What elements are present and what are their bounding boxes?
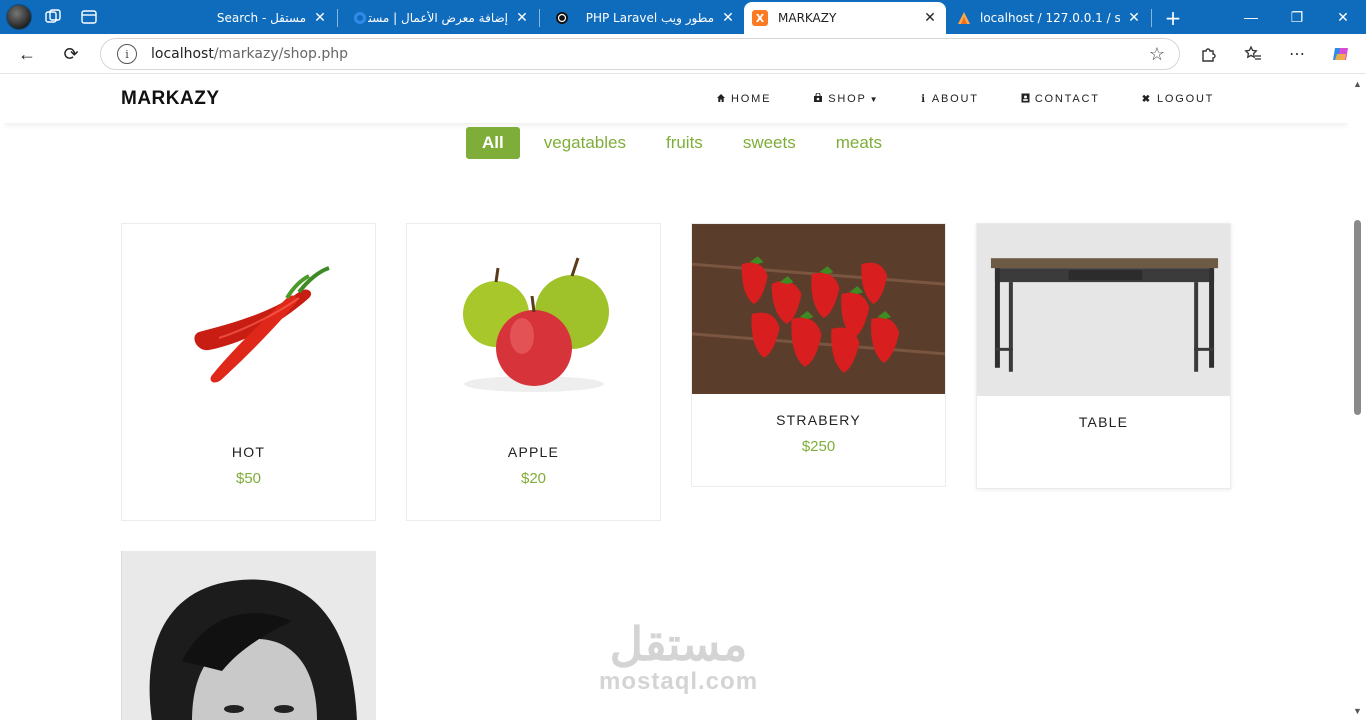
info-icon: i bbox=[921, 93, 927, 105]
site-navbar: MARKAZY HOME SHOP ▼ i ABOUT CONTACT ✖ LO… bbox=[4, 75, 1348, 123]
filter-sweets[interactable]: sweets bbox=[743, 129, 796, 157]
filter-meats[interactable]: meats bbox=[836, 129, 882, 157]
copilot-icon[interactable] bbox=[1326, 40, 1356, 68]
site-info-icon[interactable]: i bbox=[117, 44, 137, 64]
xampp-favicon-icon: X bbox=[752, 10, 768, 26]
close-icon[interactable]: ✕ bbox=[312, 10, 328, 26]
more-options-icon[interactable]: ⋯ bbox=[1282, 40, 1312, 68]
tab-phpmyadmin[interactable]: localhost / 127.0.0.1 / shop ✕ bbox=[948, 2, 1150, 34]
url-text[interactable]: localhost/markazy/shop.php bbox=[151, 46, 348, 62]
favorites-icon[interactable] bbox=[1238, 40, 1268, 68]
tab-actions-icon[interactable] bbox=[74, 4, 104, 30]
product-name: HOT bbox=[231, 444, 266, 460]
extensions-icon[interactable] bbox=[1194, 40, 1224, 68]
product-name: TABLE bbox=[1078, 414, 1129, 430]
nav-contact[interactable]: CONTACT bbox=[1021, 93, 1100, 106]
back-icon[interactable]: ← bbox=[12, 40, 42, 68]
scroll-up-icon[interactable]: ▲ bbox=[1353, 79, 1362, 89]
product-card[interactable]: STRABERY $250 bbox=[691, 223, 946, 487]
openai-favicon-icon bbox=[554, 10, 570, 26]
filter-fruits[interactable]: fruits bbox=[666, 129, 703, 157]
watermark-arabic: مستقل bbox=[609, 618, 748, 670]
tab-title: مستقل - Search bbox=[216, 11, 306, 25]
nav-label: SHOP bbox=[828, 93, 867, 105]
contact-icon bbox=[1021, 93, 1030, 106]
restore-icon[interactable]: ❐ bbox=[1274, 0, 1320, 34]
window-controls: — ❐ ✕ bbox=[1228, 0, 1366, 34]
tab-search[interactable]: مستقل - Search ✕ bbox=[132, 2, 336, 34]
product-card[interactable] bbox=[121, 551, 376, 720]
nav-about[interactable]: i ABOUT bbox=[921, 93, 979, 105]
watermark: مستقل mostaql.com bbox=[599, 620, 758, 696]
address-bar[interactable]: i localhost/markazy/shop.php ☆ bbox=[100, 38, 1180, 70]
browser-right-tools: ⋯ bbox=[1194, 40, 1356, 68]
shop-icon bbox=[813, 92, 823, 106]
url-host: localhost bbox=[151, 46, 214, 62]
browser-tab-bar: مستقل - Search ✕ إضافة معرض الأعمال | مس… bbox=[0, 0, 1366, 34]
close-icon: ✖ bbox=[1141, 93, 1152, 105]
nav-label: CONTACT bbox=[1034, 93, 1100, 105]
product-card[interactable]: APPLE $20 bbox=[406, 223, 661, 521]
product-image-table[interactable] bbox=[977, 224, 1230, 396]
nav-label: HOME bbox=[731, 93, 772, 105]
svg-text:X: X bbox=[756, 12, 765, 25]
product-image-strawberries[interactable] bbox=[692, 224, 945, 394]
minimize-icon[interactable]: — bbox=[1228, 0, 1274, 34]
scroll-thumb[interactable] bbox=[1354, 220, 1361, 415]
product-name: APPLE bbox=[507, 444, 560, 460]
product-name: STRABERY bbox=[776, 412, 861, 428]
product-image-chili[interactable] bbox=[122, 224, 375, 424]
close-icon[interactable]: ✕ bbox=[720, 10, 736, 26]
home-icon bbox=[716, 93, 726, 106]
url-path: /markazy/shop.php bbox=[213, 46, 349, 62]
mostaql-favicon-icon bbox=[352, 10, 368, 26]
close-window-icon[interactable]: ✕ bbox=[1320, 0, 1366, 34]
workspaces-icon[interactable] bbox=[38, 4, 68, 30]
product-card[interactable]: TABLE bbox=[976, 223, 1231, 489]
close-icon[interactable]: ✕ bbox=[922, 10, 938, 26]
reload-icon[interactable]: ⟳ bbox=[56, 40, 86, 68]
main-menu: HOME SHOP ▼ i ABOUT CONTACT ✖ LOGOUT bbox=[716, 75, 1256, 123]
nav-home[interactable]: HOME bbox=[716, 93, 771, 106]
nav-label: ABOUT bbox=[931, 93, 979, 105]
tab-job[interactable]: مطور ويب PHP Laravel ✕ bbox=[540, 2, 744, 34]
category-filters: All vegatables fruits sweets meats bbox=[466, 127, 922, 159]
close-icon[interactable]: ✕ bbox=[514, 10, 530, 26]
page-viewport: MARKAZY HOME SHOP ▼ i ABOUT CONTACT ✖ LO… bbox=[4, 75, 1366, 720]
product-price: $20 bbox=[520, 470, 547, 487]
watermark-latin: mostaql.com bbox=[599, 668, 759, 695]
browser-toolbar: ← ⟳ i localhost/markazy/shop.php ☆ ⋯ bbox=[0, 34, 1366, 74]
profile-avatar[interactable] bbox=[6, 4, 32, 30]
product-price: $50 bbox=[235, 470, 262, 487]
nav-logout[interactable]: ✖ LOGOUT bbox=[1142, 93, 1214, 105]
product-price: $250 bbox=[801, 438, 836, 455]
tab-divider bbox=[1151, 9, 1152, 27]
nav-shop[interactable]: SHOP ▼ bbox=[813, 92, 880, 106]
scroll-down-icon[interactable]: ▼ bbox=[1353, 706, 1362, 716]
product-card[interactable]: HOT $50 bbox=[121, 223, 376, 521]
favorite-star-icon[interactable]: ☆ bbox=[1149, 44, 1165, 65]
tab-markazy[interactable]: X MARKAZY ✕ bbox=[744, 2, 946, 34]
tab-title: MARKAZY bbox=[778, 11, 837, 25]
filter-vegatables[interactable]: vegatables bbox=[544, 129, 626, 157]
phpmyadmin-favicon-icon bbox=[956, 10, 972, 26]
tab-title: مطور ويب PHP Laravel bbox=[585, 11, 714, 25]
tab-portfolio[interactable]: إضافة معرض الأعمال | مستقل ✕ bbox=[338, 2, 538, 34]
new-tab-button[interactable]: + bbox=[1156, 2, 1190, 34]
nav-label: LOGOUT bbox=[1156, 93, 1215, 105]
product-image-portrait[interactable] bbox=[121, 551, 376, 720]
filter-all[interactable]: All bbox=[466, 127, 520, 159]
tab-title: localhost / 127.0.0.1 / shop bbox=[980, 11, 1120, 25]
product-image-apples[interactable] bbox=[407, 224, 660, 424]
page-scrollbar[interactable]: ▲ ▼ bbox=[1348, 75, 1366, 720]
close-icon[interactable]: ✕ bbox=[1126, 10, 1142, 26]
tab-title: إضافة معرض الأعمال | مستقل bbox=[368, 11, 508, 25]
tab-bar-left-tools bbox=[6, 4, 104, 30]
caret-down-icon: ▼ bbox=[869, 94, 880, 104]
site-brand[interactable]: MARKAZY bbox=[121, 88, 220, 110]
